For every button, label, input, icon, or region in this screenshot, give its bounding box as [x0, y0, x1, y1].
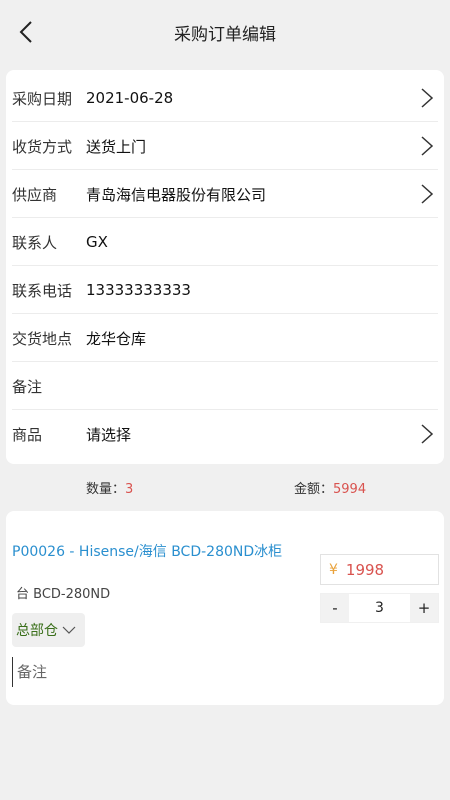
page-title: 采购订单编辑 — [174, 24, 276, 45]
warehouse-label: 总部仓 — [16, 623, 58, 639]
price-input[interactable]: ¥ 1998 — [320, 554, 439, 585]
total-amount: 金额：5994 — [294, 478, 366, 497]
price-value: 1998 — [345, 560, 385, 579]
form-label: 收货方式 — [12, 137, 73, 156]
form-row-remark[interactable]: 备注 — [6, 362, 444, 410]
purchase-date-value: 2021-06-28 — [86, 89, 174, 107]
chevron-down-icon — [62, 626, 76, 634]
order-form: 采购日期 2021-06-28 收货方式 送货上门 供应商 青岛海信电器股份有限… — [6, 70, 444, 464]
order-summary: 数量：3 金额：5994 — [0, 470, 450, 504]
quantity-stepper: - 3 + — [320, 593, 439, 623]
chevron-right-icon — [421, 184, 434, 204]
back-button[interactable] — [10, 16, 42, 48]
supplier-value: 青岛海信电器股份有限公司 — [86, 185, 267, 204]
increment-button[interactable]: + — [410, 594, 438, 622]
form-label: 联系人 — [12, 233, 58, 252]
item-remark-input[interactable] — [12, 657, 432, 687]
form-row-product[interactable]: 商品 请选择 — [6, 410, 444, 458]
product-spec: 台 BCD-280ND — [16, 587, 111, 602]
product-select-value: 请选择 — [86, 425, 132, 444]
app-header: 采购订单编辑 — [0, 0, 450, 64]
warehouse-select[interactable]: 总部仓 — [12, 613, 85, 647]
form-row-delivery-location[interactable]: 交货地点 龙华仓库 — [6, 314, 444, 362]
decrement-button[interactable]: - — [321, 594, 349, 622]
contact-field[interactable]: GX — [86, 233, 444, 251]
chevron-right-icon — [421, 136, 434, 156]
form-label: 采购日期 — [12, 89, 73, 108]
form-label: 交货地点 — [12, 329, 73, 348]
product-item-card: P00026 - Hisense/海信 BCD-280ND冰柜 台 BCD-28… — [6, 511, 444, 705]
form-label: 备注 — [12, 377, 43, 396]
chevron-right-icon — [421, 424, 434, 444]
chevron-right-icon — [421, 88, 434, 108]
qty-value: 3 — [125, 481, 134, 497]
amount-value: 5994 — [333, 481, 367, 497]
total-quantity: 数量：3 — [86, 478, 133, 497]
qty-label: 数量： — [86, 481, 126, 497]
product-title[interactable]: P00026 - Hisense/海信 BCD-280ND冰柜 — [12, 541, 282, 561]
form-row-delivery-method[interactable]: 收货方式 送货上门 — [6, 122, 444, 170]
phone-field[interactable]: 13333333333 — [86, 281, 444, 299]
form-row-purchase-date[interactable]: 采购日期 2021-06-28 — [6, 74, 444, 122]
form-row-supplier[interactable]: 供应商 青岛海信电器股份有限公司 — [6, 170, 444, 218]
delivery-method-value: 送货上门 — [86, 137, 147, 156]
form-label: 供应商 — [12, 185, 58, 204]
amount-label: 金额： — [294, 481, 334, 497]
yen-icon: ¥ — [329, 561, 338, 578]
quantity-value[interactable]: 3 — [349, 600, 410, 616]
delivery-location-field[interactable]: 龙华仓库 — [86, 328, 444, 349]
back-chevron-icon — [19, 21, 32, 43]
form-label: 商品 — [12, 425, 43, 444]
form-label: 联系电话 — [12, 281, 73, 300]
form-row-phone[interactable]: 联系电话 13333333333 — [6, 266, 444, 314]
form-row-contact[interactable]: 联系人 GX — [6, 218, 444, 266]
